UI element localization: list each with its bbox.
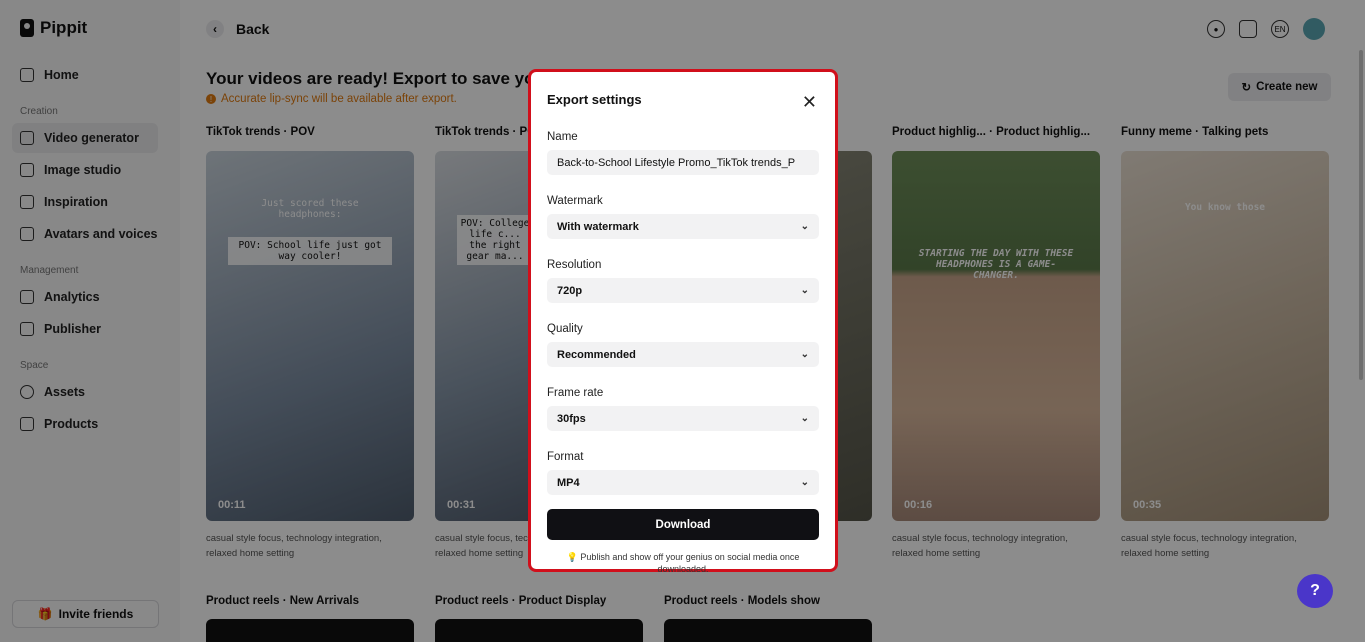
name-label: Name (547, 131, 578, 143)
chevron-down-icon: ⌄ (800, 285, 809, 296)
chevron-down-icon: ⌄ (800, 221, 809, 232)
export-settings-dialog: Export settings ✕ Name Back-to-School Li… (528, 69, 838, 574)
watermark-select[interactable]: With watermark ⌄ (547, 214, 819, 239)
chevron-down-icon: ⌄ (800, 413, 809, 424)
name-input[interactable]: Back-to-School Lifestyle Promo_TikTok tr… (547, 150, 819, 175)
dialog-title: Export settings (547, 92, 642, 107)
format-label: Format (547, 451, 584, 463)
frame-rate-label: Frame rate (547, 387, 604, 399)
download-button[interactable]: Download (547, 509, 819, 540)
help-icon[interactable]: ? (1297, 574, 1333, 608)
format-select[interactable]: MP4 ⌄ (547, 470, 819, 495)
chevron-down-icon: ⌄ (800, 477, 809, 488)
resolution-select[interactable]: 720p ⌄ (547, 278, 819, 303)
download-note: 💡 Publish and show off your genius on so… (566, 552, 800, 574)
quality-label: Quality (547, 323, 583, 335)
quality-select[interactable]: Recommended ⌄ (547, 342, 819, 367)
lightbulb-icon: 💡 (566, 552, 578, 562)
chevron-down-icon: ⌄ (800, 349, 809, 360)
resolution-label: Resolution (547, 259, 602, 271)
frame-rate-select[interactable]: 30fps ⌄ (547, 406, 819, 431)
close-icon[interactable]: ✕ (802, 92, 817, 113)
watermark-label: Watermark (547, 195, 603, 207)
